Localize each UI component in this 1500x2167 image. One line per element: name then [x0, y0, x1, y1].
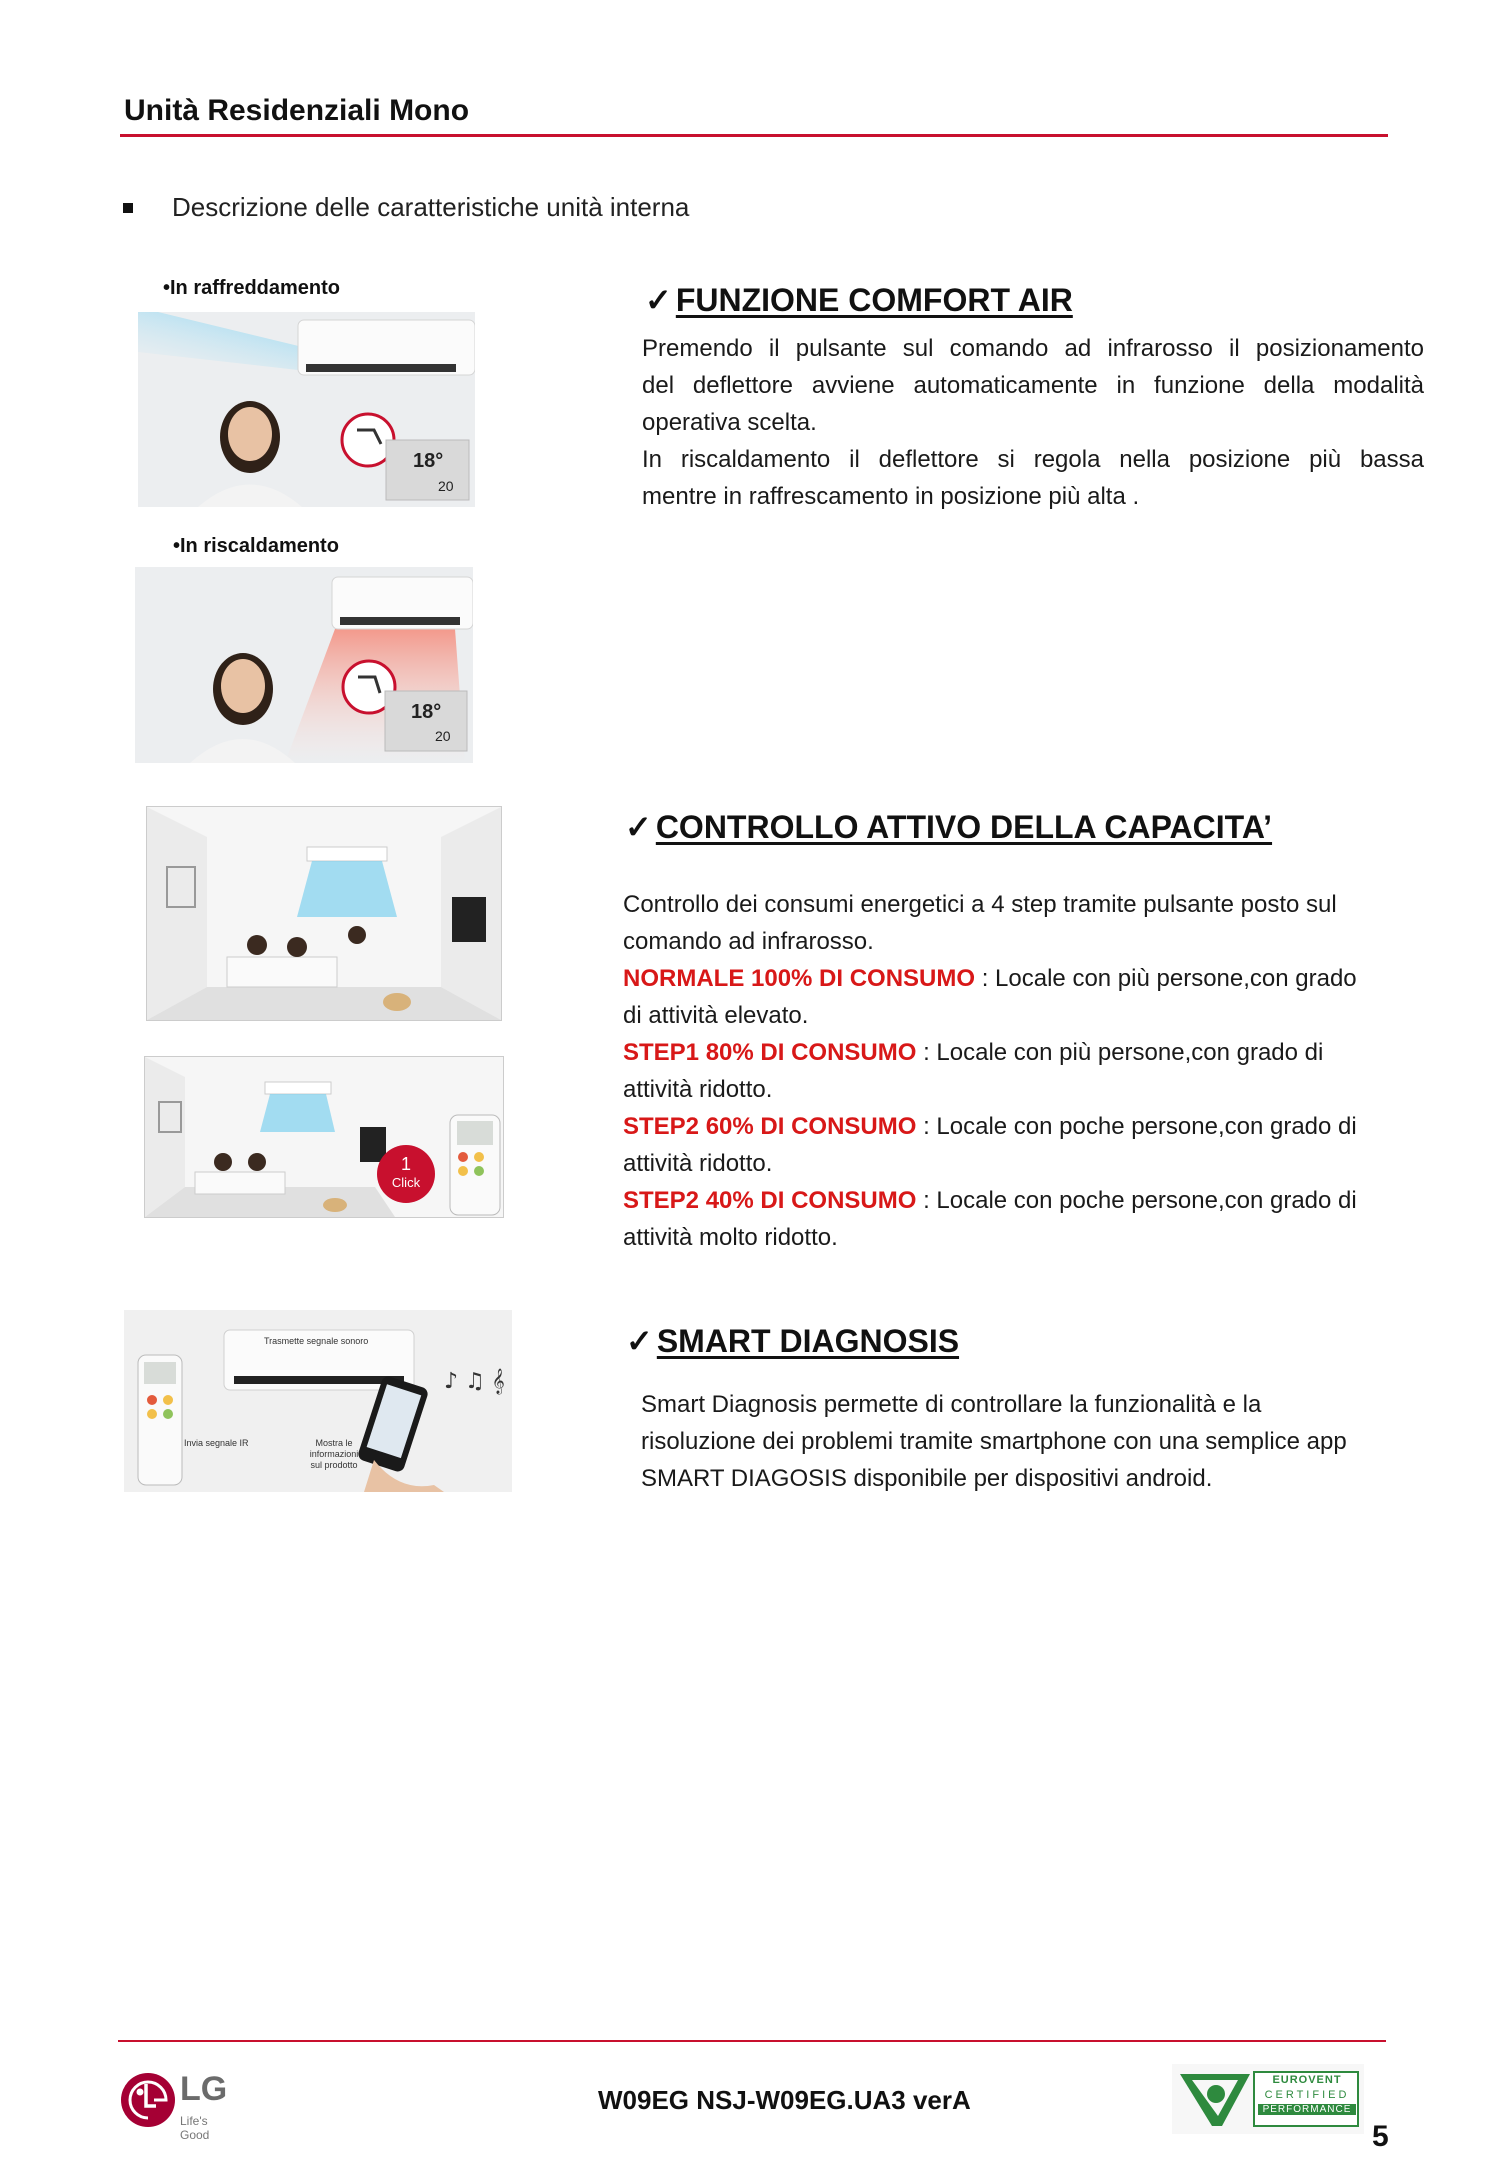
cooling-illustration: 18° 20: [138, 312, 475, 507]
capacity-paragraph: Controllo dei consumi energetici a 4 ste…: [623, 886, 1413, 1256]
checkmark-icon: ✓: [645, 282, 672, 318]
comfort-air-line: mentre in raffrescamento in posizione pi…: [642, 483, 1140, 510]
svg-text:♪ ♫ 𝄞: ♪ ♫ 𝄞: [444, 1368, 505, 1394]
lg-logo: LG Life's Good: [120, 2070, 240, 2142]
capacity-step-label: STEP1 80% DI CONSUMO: [623, 1039, 917, 1066]
display-reading-small: 20: [438, 478, 454, 494]
smart-diagnosis-paragraph: Smart Diagnosis permette di controllare …: [641, 1386, 1421, 1497]
capacity-item: STEP2 40% DI CONSUMO : Locale con poche …: [623, 1182, 1413, 1219]
lg-face-icon: [121, 2073, 175, 2127]
capacity-step-text: : Locale con poche persone,con grado di: [916, 1187, 1357, 1214]
capacity-item-cont: di attività elevato.: [623, 1002, 809, 1029]
checkmark-icon: ✓: [625, 809, 652, 845]
capacity-item: STEP1 80% DI CONSUMO : Locale con più pe…: [623, 1034, 1413, 1071]
footer-divider: [118, 2040, 1386, 2042]
smart-line: SMART DIAGOSIS disponibile per dispositi…: [641, 1465, 1213, 1492]
smart-diagnosis-title: SMART DIAGNOSIS: [656, 1323, 960, 1359]
comfort-air-line: Premendo il pulsante sul comando ad infr…: [642, 335, 1424, 362]
heating-caption: •In riscaldamento: [173, 535, 339, 557]
step1-label: Invia segnale IR: [184, 1438, 249, 1448]
comfort-air-line: operativa scelta.: [642, 409, 817, 436]
checkmark-icon: ✓: [626, 1323, 653, 1359]
capacity-item: NORMALE 100% DI CONSUMO : Locale con più…: [623, 960, 1413, 997]
capacity-step-label: NORMALE 100% DI CONSUMO: [623, 965, 976, 992]
click-badge: 1 Click: [377, 1145, 435, 1203]
click-label: Click: [391, 1175, 421, 1190]
capacity-item-cont: attività molto ridotto.: [623, 1224, 838, 1251]
comfort-air-title: FUNZIONE COMFORT AIR: [675, 282, 1073, 318]
comfort-air-line: del deflettore avviene automaticamente i…: [642, 372, 1424, 399]
capacity-intro-line: comando ad infrarosso.: [623, 928, 874, 955]
comfort-air-heading: ✓ FUNZIONE COMFORT AIR: [645, 281, 1073, 319]
display-reading-small-heat: 20: [435, 728, 451, 744]
heating-illustration: 18° 20: [135, 567, 473, 763]
step2-label: Trasmette segnale sonoro: [264, 1336, 369, 1346]
capacity-intro-line: Controllo dei consumi energetici a 4 ste…: [623, 891, 1337, 918]
smart-diagnosis-illustration: ♪ ♫ 𝄞 Trasmette segnale sonoro Invia seg…: [124, 1310, 512, 1492]
display-reading: 18°: [413, 450, 444, 472]
capacity-item-cont: attività ridotto.: [623, 1150, 773, 1177]
cert-line-1: EUROVENT: [1272, 2074, 1342, 2086]
capacity-item: STEP2 60% DI CONSUMO : Locale con poche …: [623, 1108, 1413, 1145]
click-number: 1: [400, 1154, 411, 1174]
page-number: 5: [1372, 2120, 1389, 2153]
capacity-step-text: : Locale con più persone,con grado di: [916, 1039, 1324, 1066]
smart-line: risoluzione dei problemi tramite smartph…: [641, 1428, 1347, 1455]
square-bullet-icon: [123, 203, 133, 213]
smart-diagnosis-heading: ✓ SMART DIAGNOSIS: [626, 1322, 959, 1360]
living-room-remote-illustration: 1 Click: [144, 1056, 504, 1218]
comfort-air-line: In riscaldamento il deflettore si regola…: [642, 446, 1424, 473]
footer-model: W09EG NSJ-W09EG.UA3 verA: [598, 2085, 971, 2115]
cert-line-3: PERFORMANCE: [1258, 2104, 1356, 2115]
capacity-step-label: STEP2 40% DI CONSUMO: [623, 1187, 917, 1214]
lg-tagline: Life's Good: [180, 2114, 210, 2142]
description-bullet: Descrizione delle caratteristiche unità …: [172, 192, 690, 222]
capacity-heading: ✓ CONTROLLO ATTIVO DELLA CAPACITA’: [625, 808, 1272, 846]
lg-wordmark: LG: [180, 2070, 228, 2108]
cert-line-2: CERTIFIED: [1264, 2089, 1350, 2101]
capacity-step-text: : Locale con poche persone,con grado di: [916, 1113, 1357, 1140]
comfort-air-paragraph: Premendo il pulsante sul comando ad infr…: [642, 330, 1424, 515]
capacity-step-label: STEP2 60% DI CONSUMO: [623, 1113, 917, 1140]
capacity-title: CONTROLLO ATTIVO DELLA CAPACITA’: [655, 809, 1273, 845]
step3-label: Mostra le informazioni sul prodotto: [309, 1438, 359, 1470]
eurovent-certification-badge: EUROVENT CERTIFIED PERFORMANCE: [1172, 2064, 1364, 2134]
page-title: Unità Residenziali Mono: [124, 94, 470, 127]
title-divider: [120, 134, 1388, 137]
display-reading-heat: 18°: [411, 701, 442, 723]
smart-line: Smart Diagnosis permette di controllare …: [641, 1391, 1262, 1418]
capacity-item-cont: attività ridotto.: [623, 1076, 773, 1103]
cooling-caption: •In raffreddamento: [163, 277, 341, 299]
living-room-illustration: [146, 806, 502, 1021]
capacity-step-text: : Locale con più persone,con grado: [975, 965, 1357, 992]
